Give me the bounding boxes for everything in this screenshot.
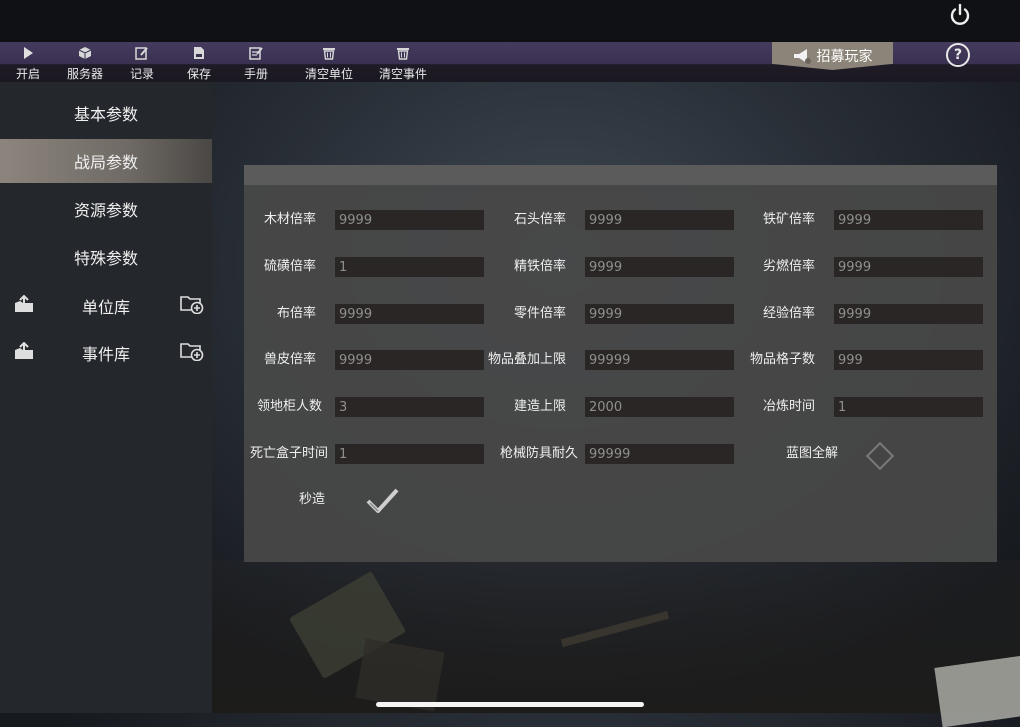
xp-rate-input[interactable] [834,304,983,324]
field-label: 领地柜人数 [256,399,322,414]
server-button[interactable]: 服务器 [55,42,115,82]
play-icon [21,42,35,64]
sidebar-item-label: 单位库 [81,298,130,317]
sidebar-item-unit-library[interactable]: 单位库 [0,284,212,328]
field-label: 精铁倍率 [513,259,566,274]
sidebar-item-label: 基本参数 [73,105,138,124]
background-crate [288,570,407,680]
home-indicator[interactable] [376,702,644,707]
sidebar-item-label: 战局参数 [73,153,138,172]
build-limit-input[interactable] [585,397,734,417]
background-floor [212,560,1020,713]
save-button[interactable]: 保存 [169,42,229,82]
trash-icon [396,42,410,64]
sidebar-item-match-params[interactable]: 战局参数 [0,139,212,183]
sidebar-item-special-params[interactable]: 特殊参数 [0,235,212,279]
field-label: 兽皮倍率 [263,352,316,367]
import-icon[interactable] [14,294,34,317]
field-label: 建造上限 [513,399,566,414]
field-label: 冶炼时间 [762,399,815,414]
refined-iron-rate-input[interactable] [585,257,734,277]
field-label: 秒造 [298,492,325,507]
background-stick [560,610,670,648]
low-fuel-rate-input[interactable] [834,257,983,277]
manual-icon [249,42,263,64]
top-bar [0,0,1020,42]
sidebar-item-label: 资源参数 [73,201,138,220]
trash-icon [322,42,336,64]
iron-ore-rate-input[interactable] [834,210,983,230]
field-label: 铁矿倍率 [762,212,815,227]
sulfur-rate-input[interactable] [335,257,484,277]
import-icon[interactable] [14,341,34,364]
checkmark-icon [366,488,399,513]
inventory-slots-input[interactable] [834,350,983,370]
save-icon [193,42,205,64]
hide-rate-input[interactable] [335,350,484,370]
sidebar-item-label: 事件库 [81,345,130,364]
field-label: 零件倍率 [513,306,566,321]
record-button[interactable]: 记录 [112,42,172,82]
wood-rate-input[interactable] [335,210,484,230]
sidebar-item-label: 特殊参数 [73,249,138,268]
death-box-time-input[interactable] [335,444,484,464]
field-label: 石头倍率 [513,212,566,227]
recruit-label: 招募玩家 [816,49,873,65]
sidebar-item-basic-params[interactable]: 基本参数 [0,91,212,135]
stack-limit-input[interactable] [585,350,734,370]
clear-events-button[interactable]: 清空事件 [373,42,433,82]
background-box [355,638,445,712]
help-icon: ? [953,47,963,63]
field-label: 经验倍率 [762,306,815,321]
field-label: 物品格子数 [749,352,815,367]
parts-rate-input[interactable] [585,304,734,324]
megaphone-icon [793,49,811,64]
add-folder-icon[interactable] [180,294,204,318]
smelt-time-input[interactable] [834,397,983,417]
field-label: 枪械防具耐久 [499,446,578,461]
manual-button[interactable]: 手册 [226,42,286,82]
tool-cupboard-players-input[interactable] [335,397,484,417]
field-label: 物品叠加上限 [487,352,566,367]
field-label: 木材倍率 [263,212,316,227]
weapon-durability-input[interactable] [585,444,734,464]
background-sign [934,652,1020,727]
power-button[interactable] [944,0,976,30]
sidebar: 基本参数 战局参数 资源参数 特殊参数 单位库 事件库 [0,82,212,713]
clear-units-button[interactable]: 清空单位 [299,42,359,82]
sidebar-item-resource-params[interactable]: 资源参数 [0,187,212,231]
field-label: 硫磺倍率 [263,259,316,274]
field-label: 蓝图全解 [785,446,838,461]
help-button[interactable]: ? [946,43,970,67]
field-label: 劣燃倍率 [762,259,815,274]
cube-icon [78,42,92,64]
cloth-rate-input[interactable] [335,304,484,324]
power-icon [950,3,970,25]
sidebar-item-event-library[interactable]: 事件库 [0,331,212,375]
field-label: 死亡盒子时间 [249,446,328,461]
add-folder-icon[interactable] [180,341,204,365]
field-label: 布倍率 [276,306,316,321]
start-button[interactable]: 开启 [0,42,58,82]
stone-rate-input[interactable] [585,210,734,230]
instant-craft-checkbox[interactable] [366,487,400,519]
edit-icon [135,42,149,64]
panel-header-bar [244,165,997,185]
